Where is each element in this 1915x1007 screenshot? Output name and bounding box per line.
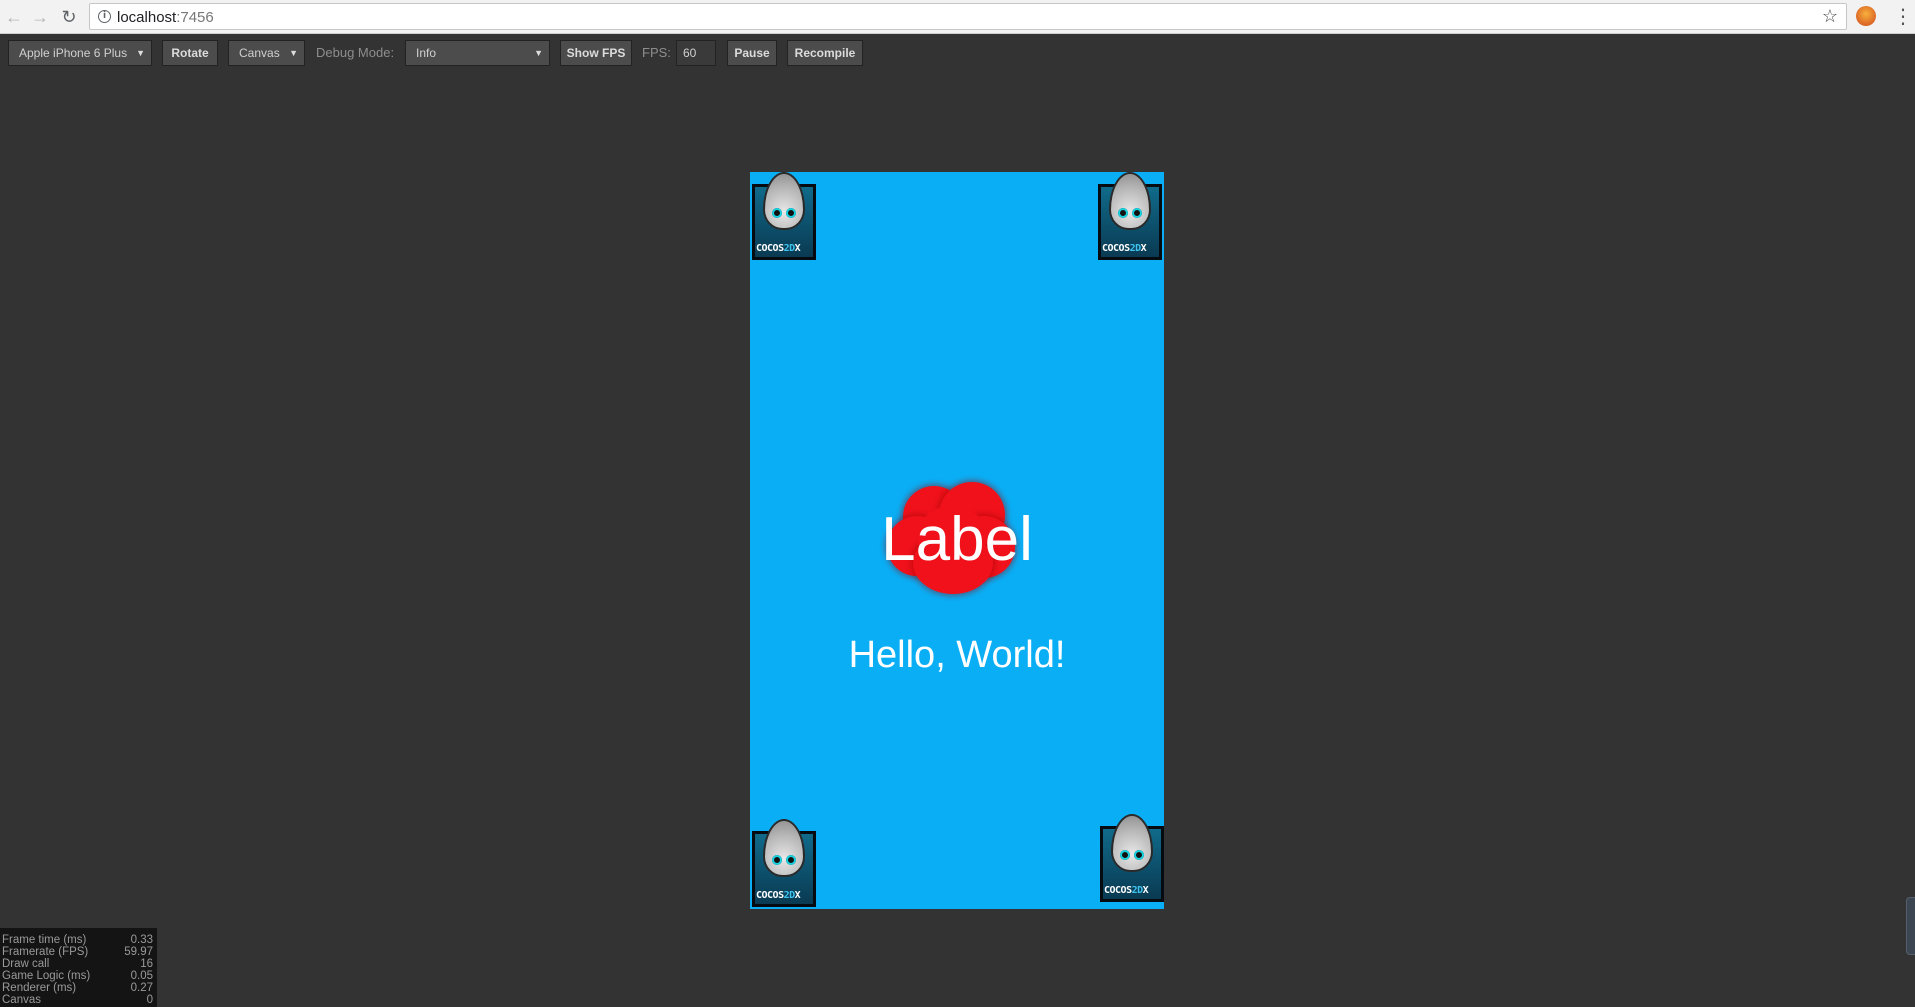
show-fps-button[interactable]: Show FPS: [560, 40, 632, 66]
logo-text: COCOS: [756, 243, 784, 254]
url-port: :7456: [176, 9, 214, 26]
stat-value: 0.33: [130, 934, 153, 946]
back-arrow-icon[interactable]: ←: [3, 6, 25, 28]
game-canvas[interactable]: COCOS2DX COCOS2DX COCOS2DX COCOS2DX Labe…: [750, 172, 1164, 909]
address-bar[interactable]: i localhost:7456 ☆: [89, 3, 1847, 30]
cloud-label-text: Label: [881, 505, 1033, 574]
reload-icon[interactable]: ↻: [58, 6, 80, 28]
device-select-value: Apple iPhone 6 Plus: [19, 46, 128, 60]
cocos-mascot-icon: [763, 819, 805, 877]
logo-eye: [772, 208, 782, 218]
cocos-logo-top-right: COCOS2DX: [1098, 172, 1162, 260]
logo-wordmark: COCOS2DX: [756, 890, 801, 901]
caret-down-icon: ▼: [289, 48, 298, 58]
rotate-button[interactable]: Rotate: [162, 40, 218, 66]
stat-value: 0.05: [130, 970, 153, 982]
cocos-logo-bottom-right: COCOS2DX: [1100, 814, 1164, 902]
hello-world-text: Hello, World!: [848, 634, 1066, 676]
logo-text: COCOS: [1102, 243, 1130, 254]
renderer-select-value: Canvas: [239, 46, 280, 60]
cocos-mascot-icon: [763, 172, 805, 230]
recompile-button[interactable]: Recompile: [787, 40, 863, 66]
fps-input[interactable]: 60: [676, 40, 716, 66]
stat-label: Frame time (ms): [2, 934, 87, 946]
stat-row: Frame time (ms) 0.33: [2, 934, 153, 946]
stat-row: Draw call 16: [2, 958, 153, 970]
renderer-select[interactable]: Canvas ▼: [228, 40, 305, 66]
logo-text: X: [1142, 885, 1149, 896]
stat-row: Canvas 0: [2, 994, 153, 1006]
caret-down-icon: ▼: [136, 48, 145, 58]
stat-label: Renderer (ms): [2, 982, 77, 994]
logo-eye: [1134, 850, 1144, 860]
logo-wordmark: COCOS2DX: [1102, 243, 1147, 254]
debug-mode-select-value: Info: [416, 46, 437, 60]
more-vertical-icon[interactable]: ⋮: [1893, 6, 1913, 26]
logo-text: X: [1140, 243, 1147, 254]
cocos-logo-top-left: COCOS2DX: [752, 172, 816, 260]
stats-panel: Frame time (ms) 0.33 Framerate (FPS) 59.97 D…: [0, 928, 157, 1007]
logo-wordmark: COCOS2DX: [1104, 885, 1149, 896]
stat-row: Renderer (ms) 0.27: [2, 982, 153, 994]
logo-text: X: [794, 243, 801, 254]
logo-text-highlight: 2D: [1129, 243, 1142, 254]
logo-text: X: [794, 890, 801, 901]
stat-row: Game Logic (ms) 0.05: [2, 970, 153, 982]
stat-label: Framerate (FPS): [2, 946, 89, 958]
logo-eye: [1118, 208, 1128, 218]
logo-eye: [1120, 850, 1130, 860]
cocos-logo-bottom-left: COCOS2DX: [752, 819, 816, 907]
logo-eye: [1132, 208, 1142, 218]
logo-text: COCOS: [756, 890, 784, 901]
device-select[interactable]: Apple iPhone 6 Plus ▼: [8, 40, 152, 66]
stat-label: Game Logic (ms): [2, 970, 91, 982]
logo-eye: [772, 855, 782, 865]
logo-wordmark: COCOS2DX: [756, 243, 801, 254]
debug-mode-select[interactable]: Info ▼: [405, 40, 550, 66]
cocos-mascot-icon: [1109, 172, 1151, 230]
pause-button[interactable]: Pause: [727, 40, 777, 66]
star-icon[interactable]: ☆: [1822, 6, 1838, 27]
logo-text-highlight: 2D: [783, 890, 796, 901]
stat-value: 0: [146, 994, 153, 1006]
stat-value: 0.27: [130, 982, 153, 994]
extension-icon[interactable]: [1856, 6, 1876, 26]
debug-mode-label: Debug Mode:: [316, 45, 395, 60]
logo-text-highlight: 2D: [1131, 885, 1144, 896]
url-host: localhost: [117, 9, 177, 26]
stat-value: 59.97: [124, 946, 153, 958]
stat-label: Draw call: [2, 958, 50, 970]
logo-eye: [786, 208, 796, 218]
info-icon[interactable]: i: [98, 10, 111, 23]
logo-text: COCOS: [1104, 885, 1132, 896]
preview-toolbar: Apple iPhone 6 Plus ▼ Rotate Canvas ▼ De…: [0, 35, 1915, 71]
stat-label: Canvas: [2, 994, 41, 1006]
forward-arrow-icon[interactable]: →: [29, 6, 51, 28]
logo-eye: [786, 855, 796, 865]
url-text[interactable]: localhost:7456: [117, 9, 214, 26]
caret-down-icon: ▼: [534, 48, 543, 58]
cocos-mascot-icon: [1111, 814, 1153, 872]
side-panel-handle[interactable]: [1906, 897, 1915, 955]
stat-value: 16: [140, 958, 153, 970]
browser-toolbar: ← → ↻ i localhost:7456 ☆ ⋮: [0, 0, 1915, 34]
stat-row: Framerate (FPS) 59.97: [2, 946, 153, 958]
fps-label: FPS:: [642, 45, 671, 60]
logo-text-highlight: 2D: [783, 243, 796, 254]
